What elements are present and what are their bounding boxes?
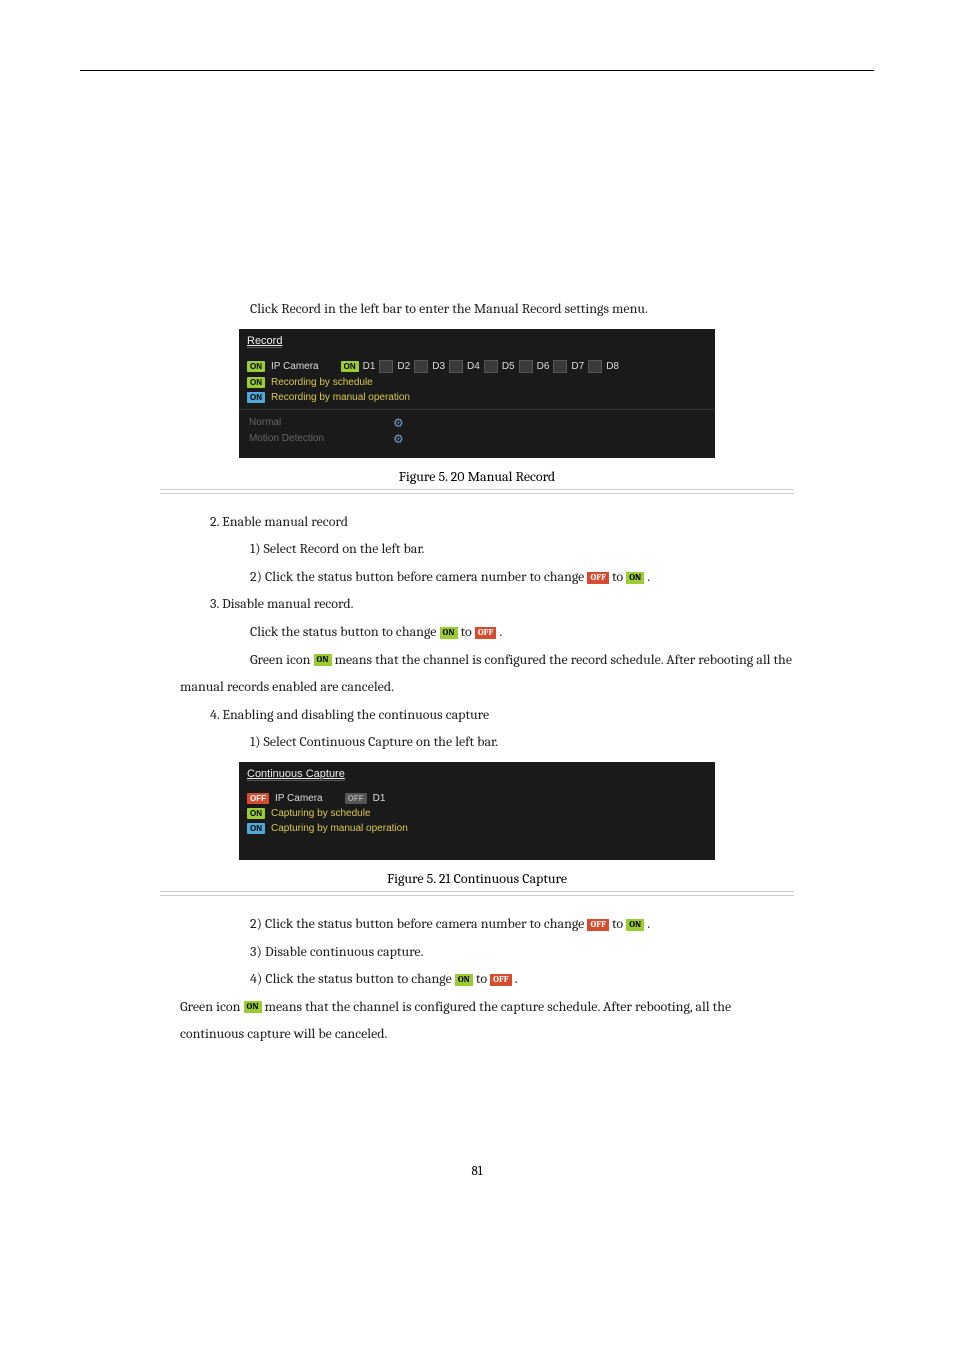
manual-record-screenshot: Record ON IP Camera OND1 D2 D3 D4 D5 D6 … <box>239 329 715 458</box>
page-number: 81 <box>80 1164 874 1179</box>
legend-schedule: Capturing by schedule <box>271 808 371 819</box>
note2-cont: continuous capture will be canceled. <box>180 1024 820 1044</box>
on-icon: ON <box>626 572 644 584</box>
on-icon: ON <box>626 919 644 931</box>
camera-toggle-d5[interactable] <box>484 360 498 373</box>
on-icon: ON <box>440 627 458 639</box>
legend-schedule-icon: ON <box>247 377 265 388</box>
toggle-on-icon[interactable]: ON <box>247 361 265 372</box>
camera-toggle-d8[interactable] <box>588 360 602 373</box>
off-icon: OFF <box>490 974 511 986</box>
figure-caption-2: Figure 5. 21 Continuous Capture <box>80 870 874 887</box>
step4: 4. Enabling and disabling the continuous… <box>210 705 850 725</box>
gear-icon[interactable]: ⚙ <box>393 432 404 446</box>
gear-icon[interactable]: ⚙ <box>393 416 404 430</box>
camera-d1: D1 <box>363 361 376 372</box>
on-icon: ON <box>455 974 473 986</box>
camera-d7: D7 <box>571 361 584 372</box>
on-icon: ON <box>314 654 332 666</box>
text: 2) Click the status button before camera… <box>250 568 587 585</box>
legend-manual: Recording by manual operation <box>271 392 410 403</box>
text: means that the channel is configured the… <box>335 651 792 668</box>
step4-sub1: 1) Select Continuous Capture on the left… <box>250 732 810 752</box>
panel-title: Continuous Capture <box>247 768 345 781</box>
text: Click the status button to change <box>250 623 440 640</box>
camera-toggle-d6[interactable] <box>519 360 533 373</box>
legend-manual: Capturing by manual operation <box>271 823 408 834</box>
intro-text: Click Record in the left bar to enter th… <box>250 299 810 319</box>
legend-manual-icon: ON <box>247 392 265 403</box>
text: . <box>499 623 502 640</box>
camera-toggle-d3[interactable] <box>414 360 428 373</box>
step4-sub3: 3) Disable continuous capture. <box>250 942 810 962</box>
step2-sub2: 2) Click the status button before camera… <box>250 567 810 587</box>
off-icon: OFF <box>587 919 608 931</box>
text: . <box>647 915 650 932</box>
camera-toggle-d2[interactable] <box>379 360 393 373</box>
note2: Green icon ON means that the channel is … <box>180 997 820 1017</box>
text: means that the channel is configured the… <box>265 998 732 1015</box>
text: to <box>461 623 475 640</box>
text: Green icon <box>250 651 314 668</box>
on-icon: ON <box>244 1001 262 1013</box>
separator-rule <box>160 891 794 896</box>
camera-d6: D6 <box>537 361 550 372</box>
camera-d8: D8 <box>606 361 619 372</box>
step3: 3. Disable manual record. <box>210 594 850 614</box>
step4-sub4: 4) Click the status button to change ON … <box>250 969 810 989</box>
toggle-off-icon[interactable]: OFF <box>247 793 269 804</box>
camera-toggle-d4[interactable] <box>449 360 463 373</box>
camera-d4: D4 <box>467 361 480 372</box>
legend-manual-icon: ON <box>247 823 265 834</box>
camera-toggle-d1[interactable]: OFF <box>345 793 367 804</box>
mode-normal: Normal <box>249 417 369 428</box>
step2: 2. Enable manual record <box>210 512 850 532</box>
text: 4) Click the status button to change <box>250 970 455 987</box>
note1-cont: manual records enabled are canceled. <box>180 677 820 697</box>
text: . <box>647 568 650 585</box>
ipcamera-label: IP Camera <box>271 361 319 372</box>
step2-sub1: 1) Select Record on the left bar. <box>250 539 810 559</box>
legend-schedule: Recording by schedule <box>271 377 373 388</box>
panel-title: Record <box>247 335 282 348</box>
figure-caption-1: Figure 5. 20 Manual Record <box>80 468 874 485</box>
camera-d5: D5 <box>502 361 515 372</box>
continuous-capture-screenshot: Continuous Capture OFF IP Camera OFF D1 … <box>239 762 715 860</box>
note1: Green icon ON means that the channel is … <box>250 650 810 670</box>
text: to <box>612 568 626 585</box>
legend-schedule-icon: ON <box>247 808 265 819</box>
text: to <box>612 915 626 932</box>
camera-d1: D1 <box>373 793 386 804</box>
text: 2) Click the status button before camera… <box>250 915 587 932</box>
mode-motion: Motion Detection <box>249 433 369 444</box>
camera-d2: D2 <box>397 361 410 372</box>
camera-toggle-d7[interactable] <box>553 360 567 373</box>
off-icon: OFF <box>475 627 496 639</box>
text: Green icon <box>180 998 244 1015</box>
separator-rule <box>160 489 794 494</box>
ipcamera-label: IP Camera <box>275 793 323 804</box>
camera-toggle-d1[interactable]: ON <box>341 361 359 372</box>
step4-sub2: 2) Click the status button before camera… <box>250 914 810 934</box>
text: to <box>476 970 490 987</box>
step3-sub1: Click the status button to change ON to … <box>250 622 810 642</box>
off-icon: OFF <box>587 572 608 584</box>
camera-d3: D3 <box>432 361 445 372</box>
text: . <box>515 970 518 987</box>
